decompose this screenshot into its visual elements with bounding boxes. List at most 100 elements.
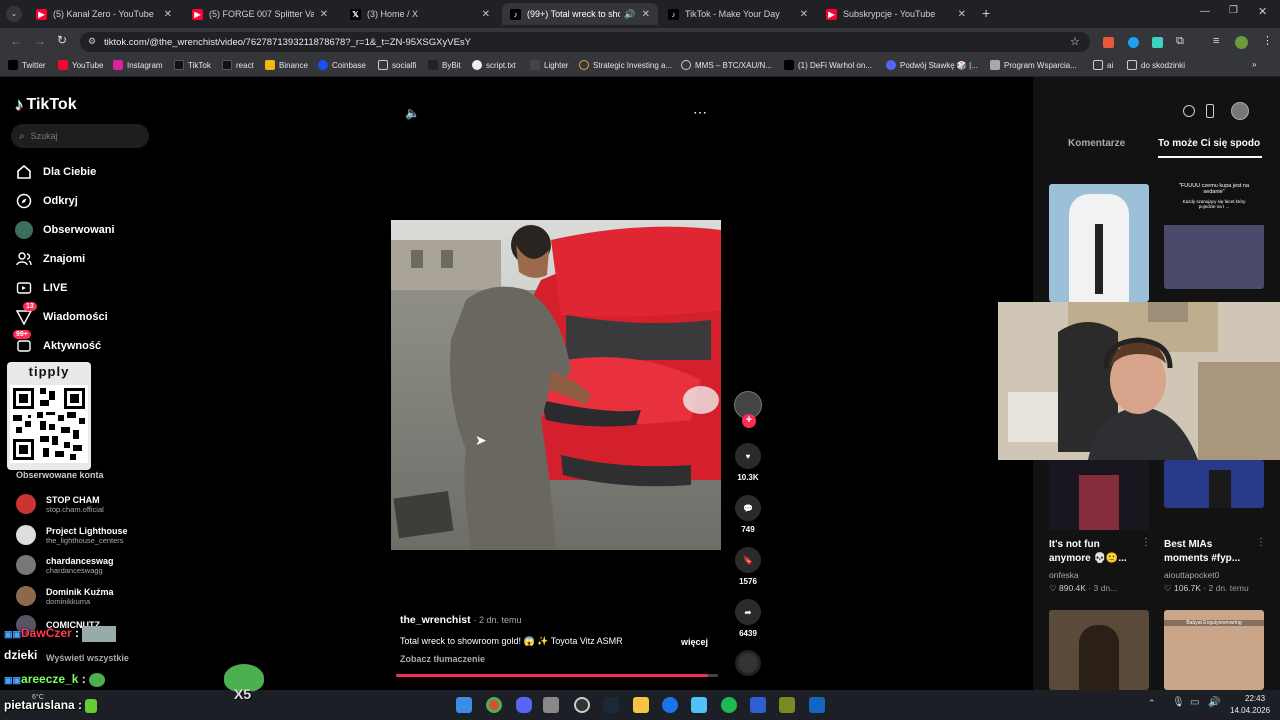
bookmark-binance[interactable]: Binance xyxy=(265,60,308,70)
follow-plus-icon[interactable]: + xyxy=(742,414,756,428)
tab-comments[interactable]: Komentarze xyxy=(1068,138,1125,149)
followed-account[interactable]: Project Lighthouse the_lighthouse_centers xyxy=(16,525,128,545)
close-window-button[interactable]: ✕ xyxy=(1258,5,1267,18)
followed-account[interactable]: chardanceswag chardanceswagg xyxy=(16,555,114,575)
menu-icon[interactable]: ≡ xyxy=(1213,35,1219,47)
suggestion-title[interactable]: It's not fun anymore 💀🙂... xyxy=(1049,538,1144,566)
tab-subskrypcje[interactable]: ▶ Subskrypcje - YouTube ✕ xyxy=(818,3,974,25)
windows-start-icon[interactable] xyxy=(456,697,472,713)
video-content[interactable] xyxy=(391,220,721,550)
suggested-video-thumb[interactable] xyxy=(1049,610,1149,690)
nav-live[interactable]: LIVE xyxy=(15,279,67,297)
clock-date[interactable]: 14.04.2026 xyxy=(1230,706,1270,715)
bookmark-podwoj[interactable]: Podwój Stawkę 🎲 |... xyxy=(886,60,978,70)
chrome-icon[interactable] xyxy=(486,697,502,713)
bookmark-instagram[interactable]: Instagram xyxy=(113,60,163,70)
tab-suggestions[interactable]: To może Ci się spodo xyxy=(1158,138,1262,149)
app-icon[interactable] xyxy=(691,697,707,713)
tab-kanal-zero[interactable]: ▶ (5) Kanał Zero - YouTube ✕ xyxy=(28,3,180,25)
tab-list-dropdown-icon[interactable]: ⌄ xyxy=(6,6,22,22)
back-icon[interactable]: ← xyxy=(10,34,22,48)
nav-explore[interactable]: Odkryj xyxy=(15,192,78,210)
share-button[interactable]: ➦ 6439 xyxy=(735,599,761,638)
bookmark-script[interactable]: script.txt xyxy=(472,60,516,70)
new-tab-button[interactable]: + xyxy=(982,5,990,21)
suggestion-author[interactable]: aiouttapocket0 xyxy=(1164,570,1219,580)
close-icon[interactable]: ✕ xyxy=(642,9,650,20)
profile-avatar[interactable] xyxy=(1235,36,1248,49)
close-icon[interactable]: ✕ xyxy=(164,9,172,20)
app-icon[interactable] xyxy=(543,697,559,713)
microphone-icon[interactable]: 🎙 xyxy=(1172,697,1185,708)
translate-link[interactable]: Zobacz tłumaczenie xyxy=(400,654,485,664)
search-input[interactable]: ⌕ Szukaj xyxy=(11,124,149,148)
followed-account[interactable]: STOP CHAM stop.cham.official xyxy=(16,494,104,514)
nav-for-you[interactable]: Dla Ciebie xyxy=(15,163,96,181)
bookmark-bybit[interactable]: ByBit xyxy=(428,60,461,70)
kebab-menu-icon[interactable]: ⋮ xyxy=(1262,34,1273,47)
bookmark-youtube[interactable]: YouTube xyxy=(58,60,103,70)
browser-icon[interactable] xyxy=(662,697,678,713)
tab-x-home[interactable]: 𝕏 (3) Home / X ✕ xyxy=(342,3,498,25)
nav-activity[interactable]: 99+ Aktywność xyxy=(13,330,101,355)
suggested-video-thumb[interactable]: Babyat Enguiyonenwring xyxy=(1164,610,1264,690)
like-button[interactable]: ♥ 10.3K xyxy=(735,443,761,482)
display-icon[interactable]: ▭ xyxy=(1190,697,1199,708)
tab-forge[interactable]: ▶(5) FORGE 007 Splitter Valve Im✕ xyxy=(184,3,336,25)
address-bar[interactable]: ⚙ tiktok.com/@the_wrenchist/video/762787… xyxy=(80,32,1090,52)
volume-icon[interactable]: 🔊 xyxy=(1208,697,1220,708)
bookmark-program[interactable]: Program Wsparcia... xyxy=(990,60,1077,70)
music-disc-icon[interactable] xyxy=(735,650,761,676)
profile-avatar[interactable] xyxy=(1231,102,1249,120)
speaker-icon[interactable]: 🔊 xyxy=(624,9,635,20)
bookmark-socialfi[interactable]: socialfi xyxy=(378,60,416,70)
bookmark-tiktok[interactable]: TikTok xyxy=(174,60,211,70)
bookmark-coinbase[interactable]: Coinbase xyxy=(318,60,366,70)
suggested-video-thumb[interactable]: "FUUUU czemu kupa jest na sedanie" Każdy… xyxy=(1164,177,1264,289)
phone-icon[interactable] xyxy=(1206,104,1214,118)
bookmark-react[interactable]: react xyxy=(222,60,254,70)
more-options-icon[interactable]: ⋯ xyxy=(693,104,708,121)
close-icon[interactable]: ✕ xyxy=(482,9,490,20)
tray-chevron-icon[interactable]: ⌃ xyxy=(1148,698,1156,709)
obs-icon[interactable] xyxy=(574,697,590,713)
bookmark-defi-warhol[interactable]: (1) DeFi Warhol on... xyxy=(784,60,872,70)
bookmark-twitter[interactable]: Twitter xyxy=(8,60,46,70)
tab-tiktok-home[interactable]: ♪ TikTok - Make Your Day ✕ xyxy=(660,3,816,25)
app-icon[interactable] xyxy=(779,697,795,713)
forward-icon[interactable]: → xyxy=(34,34,46,48)
compass-icon[interactable] xyxy=(1183,105,1195,117)
spotify-icon[interactable] xyxy=(721,697,737,713)
steam-icon[interactable] xyxy=(603,697,619,713)
suggested-video-thumb[interactable] xyxy=(1164,460,1264,508)
close-icon[interactable]: ✕ xyxy=(958,9,966,20)
more-link[interactable]: więcej xyxy=(681,637,708,647)
nav-friends[interactable]: Znajomi xyxy=(15,250,85,268)
restore-button[interactable]: ❐ xyxy=(1229,5,1238,16)
bookmark-strategic[interactable]: Strategic Investing a... xyxy=(579,60,672,70)
tiktok-logo[interactable]: ♪ TikTok xyxy=(15,95,77,115)
volume-icon[interactable]: 🔈 xyxy=(405,106,420,120)
bookmark-mms[interactable]: MMS – BTC/XAU/N... xyxy=(681,60,772,70)
extension-icon[interactable] xyxy=(1152,37,1163,48)
extensions-puzzle-icon[interactable]: ⧉ xyxy=(1176,35,1184,48)
extension-icon[interactable] xyxy=(1103,37,1114,48)
discord-icon[interactable] xyxy=(516,697,532,713)
close-icon[interactable]: ✕ xyxy=(800,9,808,20)
suggestion-title[interactable]: Best MIAs moments #fyp... xyxy=(1164,538,1254,566)
followed-account[interactable]: Dominik Kuźma dominikkuma xyxy=(16,586,114,606)
reload-icon[interactable]: ↻ xyxy=(57,33,67,47)
author-name[interactable]: the_wrenchist xyxy=(400,614,471,626)
clock-time[interactable]: 22:43 xyxy=(1245,694,1265,703)
suggested-video-thumb[interactable] xyxy=(1049,460,1149,530)
author-avatar[interactable]: + xyxy=(734,391,762,428)
tab-tiktok-video[interactable]: ♪(99+) Total wreck to showro🔊✕ xyxy=(502,3,658,25)
minimize-button[interactable]: — xyxy=(1200,6,1210,17)
extension-icon[interactable] xyxy=(1128,37,1139,48)
close-icon[interactable]: ✕ xyxy=(320,9,328,20)
app-icon[interactable] xyxy=(750,697,766,713)
save-button[interactable]: 🔖 1576 xyxy=(735,547,761,586)
file-explorer-icon[interactable] xyxy=(633,697,649,713)
suggested-video-thumb[interactable] xyxy=(1049,184,1149,302)
app-icon[interactable] xyxy=(809,697,825,713)
